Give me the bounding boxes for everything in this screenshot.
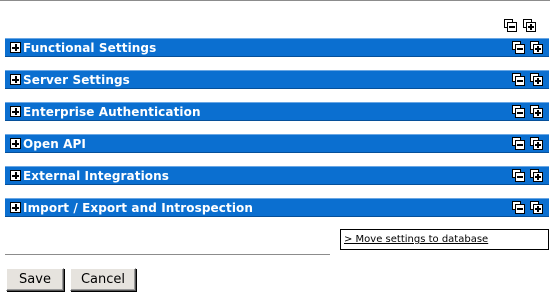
section-import-export-introspection[interactable]: Import / Export and Introspection (5, 198, 549, 217)
section-title[interactable]: External Integrations (23, 169, 169, 183)
move-settings-link[interactable]: > Move settings to database (344, 234, 488, 245)
section-functional-settings[interactable]: Functional Settings (5, 38, 549, 57)
expand-all-icon[interactable] (529, 200, 544, 215)
expand-all-icon[interactable] (529, 168, 544, 183)
collapse-all-icon[interactable] (511, 168, 526, 183)
collapse-all-icon[interactable] (511, 72, 526, 87)
expand-plus-icon[interactable] (10, 106, 21, 117)
expand-all-icon[interactable] (529, 72, 544, 87)
expand-plus-icon[interactable] (10, 42, 21, 53)
footer-divider (5, 254, 330, 255)
collapse-all-icon[interactable] (511, 104, 526, 119)
expand-plus-icon[interactable] (10, 138, 21, 149)
collapse-all-icon[interactable] (511, 200, 526, 215)
section-enterprise-authentication[interactable]: Enterprise Authentication (5, 102, 549, 121)
expand-plus-icon[interactable] (10, 170, 21, 181)
expand-all-icon[interactable] (529, 104, 544, 119)
move-settings-box: > Move settings to database (340, 229, 549, 250)
expand-all-icon[interactable] (529, 136, 544, 151)
section-title[interactable]: Server Settings (23, 73, 130, 87)
collapse-all-icon[interactable] (511, 40, 526, 55)
global-controls (503, 18, 537, 33)
expand-all-icon[interactable] (522, 18, 537, 33)
save-button[interactable]: Save (6, 268, 64, 291)
expand-plus-icon[interactable] (10, 202, 21, 213)
collapse-all-icon[interactable] (503, 18, 518, 33)
section-title[interactable]: Open API (23, 137, 86, 151)
top-divider (0, 0, 550, 1)
section-open-api[interactable]: Open API (5, 134, 549, 153)
collapse-all-icon[interactable] (511, 136, 526, 151)
section-title[interactable]: Functional Settings (23, 41, 156, 55)
expand-all-icon[interactable] (529, 40, 544, 55)
expand-plus-icon[interactable] (10, 74, 21, 85)
section-title[interactable]: Enterprise Authentication (23, 105, 201, 119)
section-server-settings[interactable]: Server Settings (5, 70, 549, 89)
cancel-button[interactable]: Cancel (70, 268, 136, 291)
section-external-integrations[interactable]: External Integrations (5, 166, 549, 185)
section-title[interactable]: Import / Export and Introspection (23, 201, 253, 215)
